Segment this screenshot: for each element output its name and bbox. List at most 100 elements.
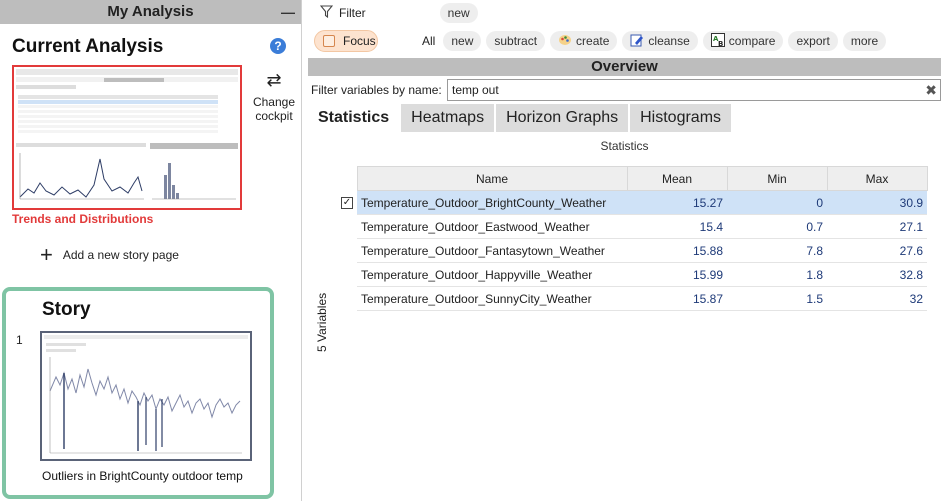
new-button-label: new [451,34,474,48]
story-page-caption[interactable]: Outliers in BrightCounty outdoor temp [42,469,243,483]
checkbox-column-header [339,166,357,191]
filter-label: Filter [339,6,366,20]
max-value: 32.8 [827,262,927,287]
story-title: Story [42,299,91,320]
row-checkbox-cell[interactable]: ✓ [339,191,357,215]
compare-button-label: compare [728,34,776,48]
focus-label: Focus [343,34,376,48]
column-header-min[interactable]: Min [726,166,828,191]
min-value: 0.7 [727,214,827,239]
mean-value: 15.99 [627,262,727,287]
max-value: 27.1 [827,214,927,239]
table-row[interactable]: ✓ Temperature_Outdoor_BrightCounty_Weath… [339,190,927,215]
min-value: 1.5 [727,286,827,311]
filter-variables-label: Filter variables by name: [311,83,442,97]
create-button[interactable]: create [550,31,618,51]
column-header-name[interactable]: Name [356,166,628,191]
column-header-max[interactable]: Max [826,166,928,191]
tab-statistics[interactable]: Statistics [308,104,400,132]
mean-value: 15.87 [627,286,727,311]
export-button-label: export [796,34,830,48]
tab-heatmaps[interactable]: Heatmaps [401,104,495,132]
row-checkbox-cell[interactable] [339,263,357,287]
max-value: 30.9 [827,190,927,215]
swap-icon: ⇄ [266,70,282,90]
edit-icon [630,33,644,47]
overview-panel: Filter new Focus All new subtract create… [308,0,941,501]
story-page-thumbnail[interactable] [40,331,252,461]
current-analysis-title: Current Analysis [12,36,164,57]
add-story-page-label: Add a new story page [62,248,179,262]
clear-icon[interactable]: ✖ [925,82,937,99]
funnel-icon [319,5,334,21]
help-icon[interactable]: ? [270,38,286,54]
change-cockpit-label: Change cockpit [252,95,296,123]
thumbnail-preview-image [14,67,240,208]
filter-new-button[interactable]: new [439,3,478,23]
story-page-number: 1 [16,333,23,347]
variable-name[interactable]: Temperature_Outdoor_Fantasytown_Weather [357,238,627,263]
min-value: 7.8 [727,238,827,263]
variable-name[interactable]: Temperature_Outdoor_SunnyCity_Weather [357,286,627,311]
filter-row: Filter new [319,3,478,23]
row-checkbox[interactable]: ✓ [341,196,353,209]
analysis-panel-title: My Analysis [107,3,194,20]
all-label: All [422,34,436,48]
compare-button[interactable]: AB compare [702,31,784,51]
svg-text:B: B [718,40,723,47]
row-checkbox-cell[interactable] [339,215,357,239]
focus-checkbox[interactable] [323,35,335,47]
statistics-caption: Statistics [600,139,649,153]
tab-horizon-graphs[interactable]: Horizon Graphs [496,104,629,132]
tab-histograms[interactable]: Histograms [630,104,732,132]
statistics-table: Name Mean Min Max ✓ Temperature_Outdoor_… [339,166,928,311]
column-header-mean[interactable]: Mean [626,166,728,191]
subtract-button-label: subtract [494,34,538,48]
overview-title: Overview [308,58,941,76]
story-panel: Story 1 Outliers in BrightCounty outdoor… [2,287,274,499]
variables-count: 5 Variables [309,290,333,360]
variable-name[interactable]: Temperature_Outdoor_Eastwood_Weather [357,214,627,239]
overview-tabs: Statistics Heatmaps Horizon Graphs Histo… [308,104,733,132]
table-row[interactable]: Temperature_Outdoor_Happyville_Weather 1… [339,262,927,287]
minimize-button[interactable]: — [281,0,295,24]
create-button-label: create [576,34,610,48]
min-value: 1.8 [727,262,827,287]
min-value: 0 [727,190,827,215]
more-button[interactable]: more [842,31,887,51]
analysis-panel-header: My Analysis — [0,0,301,24]
change-cockpit-button[interactable]: ⇄ Change cockpit [248,70,300,123]
cleanse-button-label: cleanse [648,34,690,48]
mean-value: 15.88 [627,238,727,263]
row-checkbox-cell[interactable] [339,287,357,311]
mean-value: 15.4 [627,214,727,239]
variable-name[interactable]: Temperature_Outdoor_BrightCounty_Weather [357,190,627,215]
add-story-page-button[interactable]: + Add a new story page [40,242,179,267]
export-button[interactable]: export [788,31,838,51]
max-value: 27.6 [827,238,927,263]
story-preview-image [42,333,250,459]
table-row[interactable]: Temperature_Outdoor_SunnyCity_Weather 15… [339,286,927,311]
filter-variables-row: Filter variables by name: [308,79,448,101]
variable-name[interactable]: Temperature_Outdoor_Happyville_Weather [357,262,627,287]
plus-icon: + [40,242,53,267]
new-button[interactable]: new [443,31,482,51]
analysis-panel: My Analysis — Current Analysis ? Trends … [0,0,302,501]
focus-button[interactable]: Focus [314,30,378,52]
table-row[interactable]: Temperature_Outdoor_Eastwood_Weather 15.… [339,214,927,239]
action-toolbar: All new subtract create cleanse AB compa… [422,30,887,52]
mean-value: 15.27 [627,190,727,215]
variables-count-label: 5 Variables [315,292,329,352]
more-button-label: more [850,34,879,48]
max-value: 32 [827,286,927,311]
filter-variables-input[interactable]: temp out [447,79,941,101]
row-checkbox-cell[interactable] [339,239,357,263]
palette-icon [558,33,572,47]
compare-ab-icon: AB [710,33,725,48]
current-analysis-thumbnail[interactable] [12,65,242,210]
cleanse-button[interactable]: cleanse [622,31,698,51]
subtract-button[interactable]: subtract [486,31,546,51]
thumbnail-caption[interactable]: Trends and Distributions [12,212,153,226]
table-header-row: Name Mean Min Max [339,166,928,191]
table-row[interactable]: Temperature_Outdoor_Fantasytown_Weather … [339,238,927,263]
